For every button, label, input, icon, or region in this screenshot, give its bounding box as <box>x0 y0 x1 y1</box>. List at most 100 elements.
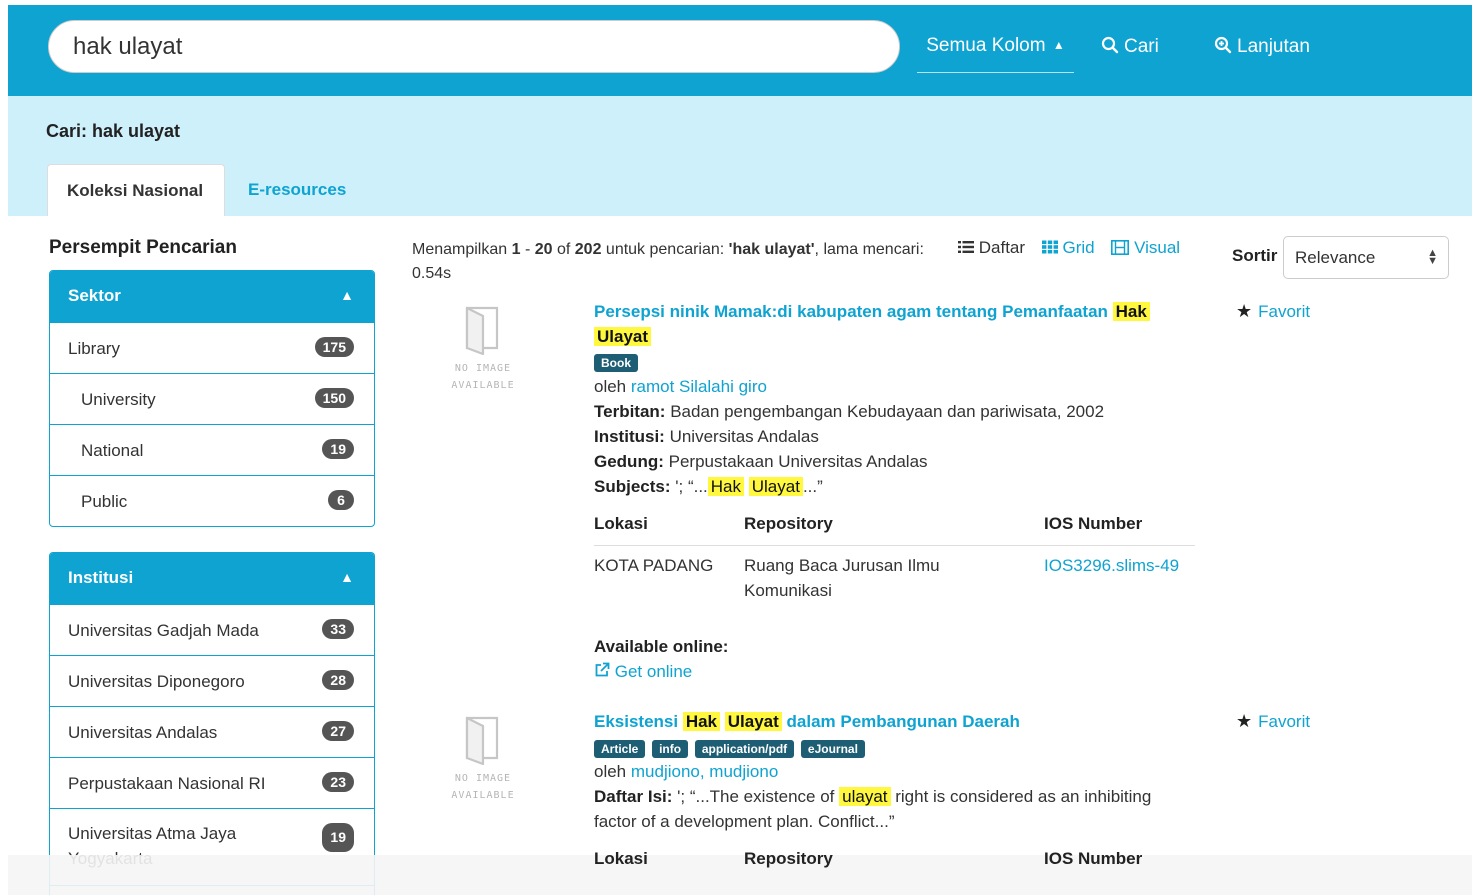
record-title-link[interactable]: Persepsi ninik Mamak:di kabupaten agam t… <box>594 299 1194 349</box>
search-button[interactable]: Cari <box>1101 36 1159 58</box>
sort-label: Sortir <box>1232 246 1278 265</box>
column-header-lokasi: Lokasi <box>594 849 648 868</box>
view-list-label: Daftar <box>978 238 1026 257</box>
facet-item-undip[interactable]: Universitas Diponegoro 28 <box>50 655 374 706</box>
no-image-thumbnail: NO IMAGE AVAILABLE <box>438 304 528 394</box>
count-badge: 28 <box>322 670 354 690</box>
facet-item-public[interactable]: Public 6 <box>50 475 374 526</box>
facet-item-label: Universitas Gadjah Mada <box>68 621 259 640</box>
field-label: Terbitan: <box>594 402 666 421</box>
get-online-label: Get online <box>614 662 693 681</box>
column-header-lokasi: Lokasi <box>594 514 648 533</box>
count-badge: 19 <box>322 439 354 459</box>
by-text: oleh <box>594 377 631 396</box>
title-text: Eksistensi <box>594 712 683 731</box>
star-icon: ★ <box>1236 711 1253 731</box>
facet-item-national[interactable]: National 19 <box>50 424 374 475</box>
grid-icon <box>1041 240 1058 254</box>
count-badge: 23 <box>322 772 354 792</box>
available-online-label: Available online: <box>594 634 728 659</box>
view-visual-option[interactable]: Visual <box>1111 238 1186 257</box>
type-tag: info <box>652 740 689 758</box>
record-tags: Book <box>594 352 640 372</box>
no-image-text: NO IMAGE <box>454 773 512 784</box>
author-link[interactable]: ramot Silalahi giro <box>631 377 767 396</box>
sort-value: Relevance <box>1295 248 1376 267</box>
no-image-thumbnail: NO IMAGE AVAILABLE <box>438 714 528 804</box>
cell-repository: Ruang Baca Jurusan Ilmu Komunikasi <box>744 556 940 600</box>
count-badge: 27 <box>322 721 354 741</box>
view-switcher: Daftar Grid Visual <box>958 238 1192 258</box>
author-link[interactable]: mudjiono, mudjiono <box>631 762 778 781</box>
type-tag: eJournal <box>800 740 865 758</box>
favorite-button[interactable]: ★ Favorit <box>1236 301 1310 322</box>
ios-number-link[interactable]: IOS3296.slims-49 <box>1044 553 1179 578</box>
facet-item-label: Public <box>81 492 128 511</box>
field-label: Subjects: <box>594 477 671 496</box>
tab-koleksi-nasional[interactable]: Koleksi Nasional <box>47 164 225 216</box>
facet-item-label: National <box>81 441 144 460</box>
facet-item-library[interactable]: Library 175 <box>50 322 374 373</box>
get-online-link[interactable]: Get online <box>594 659 692 684</box>
search-button-label: Cari <box>1124 36 1159 57</box>
type-tag: Article <box>594 740 646 758</box>
results-prefix: Menampilkan <box>412 241 512 258</box>
record-tags: Article info application/pdf eJournal <box>594 738 867 758</box>
highlight: Ulayat <box>724 712 782 731</box>
type-tag: application/pdf <box>694 740 795 758</box>
field-label: Institusi: <box>594 427 665 446</box>
highlight: Ulayat <box>594 327 652 346</box>
facet-item-perpusnas[interactable]: Perpustakaan Nasional RI 23 <box>50 757 374 808</box>
type-tag: Book <box>594 354 638 372</box>
results-from: 1 <box>511 241 521 258</box>
facet-item-university[interactable]: University 150 <box>50 373 374 424</box>
facet-item-label: Universitas Andalas <box>68 723 218 742</box>
favorite-label: Favorit <box>1258 302 1311 321</box>
external-link-icon <box>595 662 610 677</box>
facet-item-label: Universitas Diponegoro <box>68 672 245 691</box>
no-image-text: AVAILABLE <box>451 790 515 801</box>
field-value: Universitas Andalas <box>664 427 819 446</box>
field-value: Perpustakaan Universitas Andalas <box>663 452 928 471</box>
favorite-button[interactable]: ★ Favorit <box>1236 711 1310 732</box>
holdings-table-header: Lokasi Repository IOS Number <box>594 841 1195 881</box>
tab-e-resources[interactable]: E-resources <box>229 164 365 216</box>
film-icon <box>1111 240 1130 255</box>
facet-header-institusi[interactable]: Institusi ▲ <box>50 553 374 604</box>
record-title-link[interactable]: Eksistensi Hak Ulayat dalam Pembangunan … <box>594 709 1194 734</box>
star-icon: ★ <box>1236 301 1253 321</box>
view-list-option[interactable]: Daftar <box>958 238 1036 257</box>
facet-sektor: Sektor ▲ Library 175 University 150 Nati… <box>49 270 375 527</box>
title-text: Persepsi ninik Mamak:di kabupaten agam t… <box>594 302 1113 321</box>
search-input[interactable] <box>48 20 900 73</box>
view-grid-option[interactable]: Grid <box>1041 238 1106 257</box>
record-daftar-isi: Daftar Isi: '; “...The existence of ulay… <box>594 784 1194 834</box>
column-select[interactable]: Semua Kolom ▲︎ <box>917 28 1074 73</box>
advanced-search-button[interactable]: Lanjutan <box>1214 36 1310 58</box>
facet-institusi: Institusi ▲ Universitas Gadjah Mada 33 U… <box>49 552 375 895</box>
record-institusi: Institusi: Universitas Andalas <box>594 424 819 449</box>
sort-select[interactable]: Relevance ▲ ▼ <box>1283 236 1449 279</box>
highlight: Ulayat <box>748 477 803 496</box>
record-subjects: Subjects: '; “... Hak Ulayat...” <box>594 474 823 499</box>
count-badge: 150 <box>314 388 354 408</box>
advanced-search-label: Lanjutan <box>1237 36 1310 57</box>
results-total: 202 <box>574 241 602 258</box>
sidebar-title: Persempit Pencarian <box>49 237 237 258</box>
collapse-up-icon: ▲ <box>340 287 354 303</box>
collapse-up-icon: ▲ <box>340 569 354 585</box>
results-query: 'hak ulayat' <box>728 241 815 258</box>
field-label: Gedung: <box>594 452 664 471</box>
highlight: ulayat <box>839 787 891 806</box>
field-value: Badan pengembangan Kebudayaan dan pariwi… <box>665 402 1105 421</box>
cell-lokasi: KOTA PADANG <box>594 556 714 575</box>
facet-item-unand[interactable]: Universitas Andalas 27 <box>50 706 374 757</box>
view-grid-label: Grid <box>1062 238 1095 257</box>
no-image-text: NO IMAGE <box>454 363 512 374</box>
facet-header-sektor[interactable]: Sektor ▲ <box>50 271 374 322</box>
field-value: '; “... <box>670 477 708 496</box>
column-header-ios: IOS Number <box>1044 849 1143 868</box>
book-placeholder-icon <box>465 306 499 356</box>
facet-item-ugm[interactable]: Universitas Gadjah Mada 33 <box>50 604 374 655</box>
zoom-in-icon <box>1214 36 1232 54</box>
